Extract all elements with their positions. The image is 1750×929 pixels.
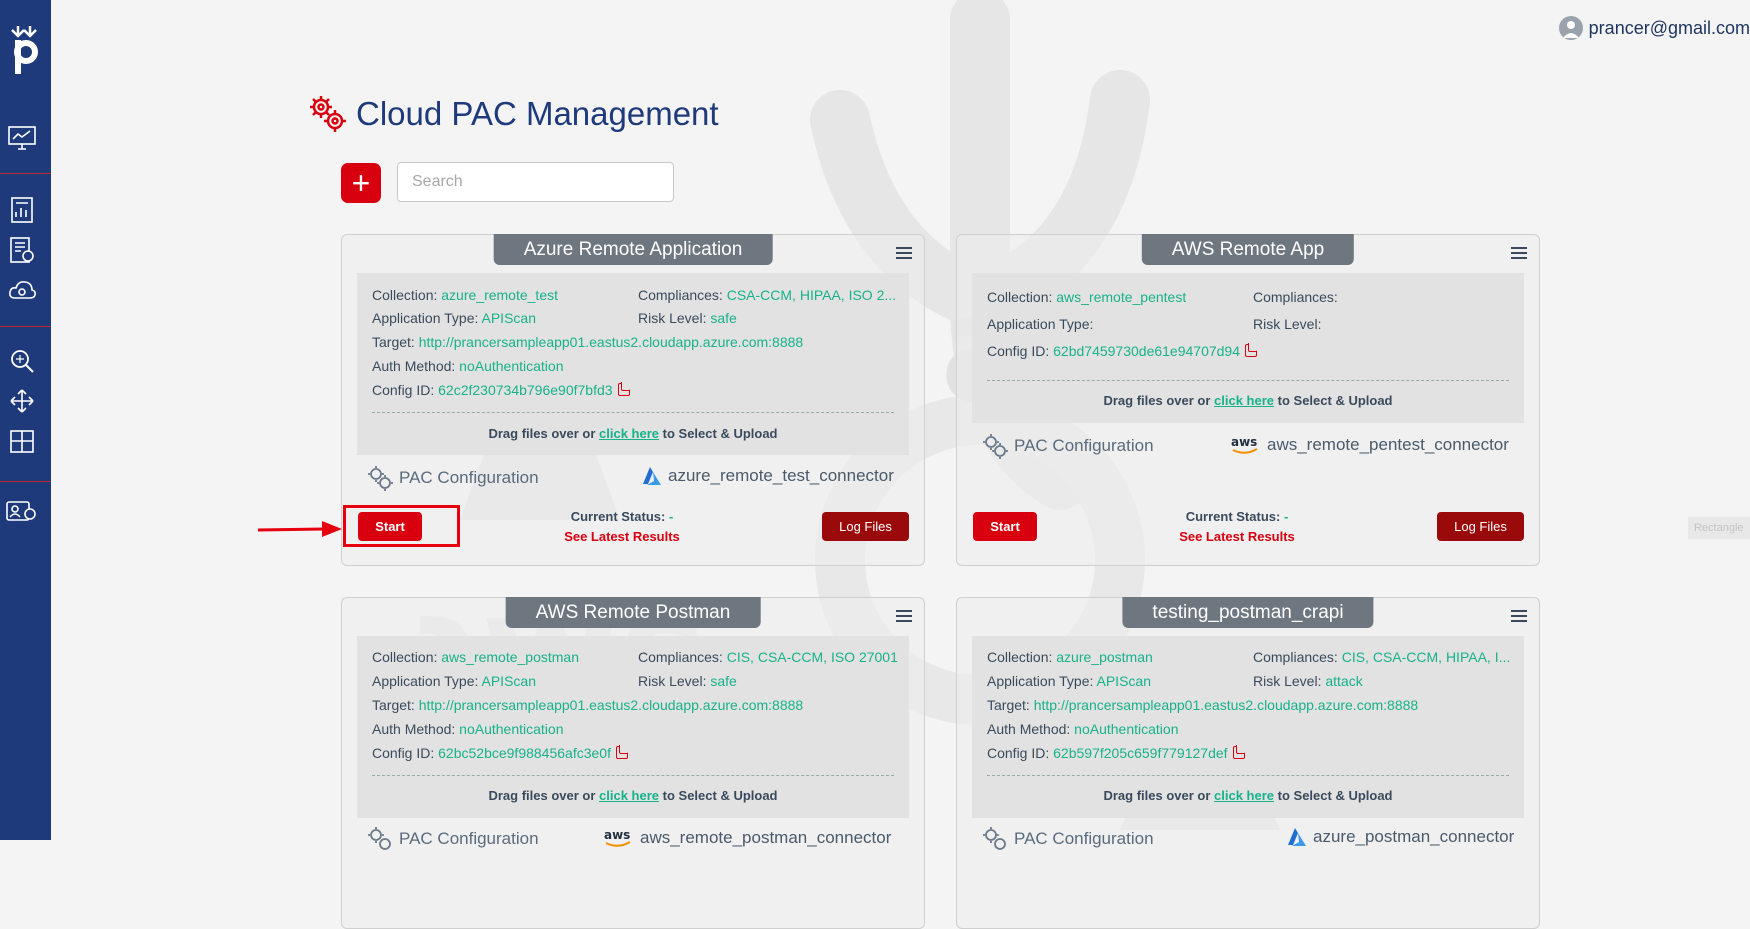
upload-link[interactable]: click here <box>599 426 659 441</box>
connector: aws aws_remote_pentest_connector <box>1231 435 1509 454</box>
connector: azure_remote_test_connector <box>642 466 894 486</box>
log-files-button[interactable]: Log Files <box>1437 512 1524 541</box>
card-title: AWS Remote Postman <box>505 597 761 628</box>
user-avatar-icon <box>1558 16 1583 40</box>
compliance-report-icon[interactable] <box>6 234 38 266</box>
move-arrows-icon[interactable] <box>6 385 38 417</box>
card-title: testing_postman_crapi <box>1122 597 1374 628</box>
collection-field: Collection: aws_remote_pentest <box>987 289 1187 305</box>
card-info-panel: Collection: aws_remote_postman Complianc… <box>357 636 909 818</box>
compliances-field: Compliances: CSA-CCM, HIPAA, ISO 2... <box>638 287 897 303</box>
hamburger-menu-icon[interactable] <box>1511 247 1527 260</box>
risk-level-field: Risk Level: <box>1253 316 1322 332</box>
pac-configuration[interactable]: PAC Configuration <box>982 433 1154 459</box>
gear-icon <box>368 827 391 850</box>
red-arrow-icon <box>258 521 342 537</box>
svg-text:aws: aws <box>1231 435 1257 449</box>
app-type-field: Application Type: <box>987 316 1094 332</box>
compliances-field: Compliances: <box>1253 289 1338 305</box>
copy-icon[interactable] <box>1232 745 1245 759</box>
page-header: Cloud PAC Management <box>308 94 719 134</box>
risk-level-field: Risk Level: safe <box>638 673 737 689</box>
scan-search-icon[interactable] <box>6 345 38 377</box>
card-title: Azure Remote Application <box>493 234 773 265</box>
app-type-field: Application Type: APIScan <box>372 310 536 326</box>
auth-method-field: Auth Method: noAuthentication <box>987 721 1179 737</box>
upload-zone[interactable]: Drag files over or click here to Select … <box>972 788 1524 803</box>
hamburger-menu-icon[interactable] <box>896 247 912 260</box>
config-id-field: Config ID: 62bd7459730de61e94707d94 <box>987 343 1258 359</box>
highlight-box <box>343 505 460 547</box>
hamburger-menu-icon[interactable] <box>1511 610 1527 623</box>
gear-icon <box>368 466 393 491</box>
risk-level-field: Risk Level: safe <box>638 310 737 326</box>
azure-icon <box>1288 828 1306 846</box>
card-info-panel: Collection: azure_remote_test Compliance… <box>357 273 909 455</box>
user-email: prancer@gmail.com <box>1588 17 1750 38</box>
sidebar <box>0 0 51 840</box>
compliances-field: Compliances: CIS, CSA-CCM, ISO 27001 <box>638 649 898 665</box>
current-status: Current Status: - <box>570 509 674 524</box>
cloud-settings-icon[interactable] <box>6 274 38 306</box>
see-latest-results-link[interactable]: See Latest Results <box>1137 529 1337 544</box>
collection-field: Collection: azure_postman <box>987 649 1153 665</box>
target-field: Target: http://prancersampleapp01.eastus… <box>372 334 804 350</box>
copy-icon[interactable] <box>1245 343 1258 357</box>
aws-icon: aws <box>1231 435 1258 454</box>
connector: azure_postman_connector <box>1287 827 1514 847</box>
pac-configuration[interactable]: PAC Configuration <box>367 465 539 491</box>
azure-icon <box>643 467 661 485</box>
pac-configuration[interactable]: PAC Configuration <box>982 826 1154 852</box>
side-tab[interactable]: Rectangle <box>1688 517 1750 539</box>
log-files-button[interactable]: Log Files <box>822 512 909 541</box>
report-icon[interactable] <box>6 194 38 226</box>
config-id-field: Config ID: 62b597f205c659f779127def <box>987 745 1245 761</box>
pac-configuration[interactable]: PAC Configuration <box>367 826 539 852</box>
building-icon[interactable] <box>6 425 38 457</box>
connector: aws aws_remote_postman_connector <box>604 828 892 847</box>
plus-icon: + <box>351 165 371 201</box>
hamburger-menu-icon[interactable] <box>896 610 912 623</box>
current-status: Current Status: - <box>1185 509 1289 524</box>
pac-card: AWS Remote App Collection: aws_remote_pe… <box>956 234 1540 566</box>
card-info-panel: Collection: azure_postman Compliances: C… <box>972 636 1524 818</box>
search-input[interactable] <box>397 162 674 202</box>
copy-icon[interactable] <box>615 745 628 759</box>
config-id-field: Config ID: 62bc52bce9f988456afc3e0f <box>372 745 628 761</box>
add-pac-button[interactable]: + <box>341 163 381 203</box>
pac-card: AWS Remote Postman Collection: aws_remot… <box>341 597 925 929</box>
gear-icon <box>983 434 1008 459</box>
upload-zone[interactable]: Drag files over or click here to Select … <box>357 788 909 803</box>
user-menu[interactable]: prancer@gmail.com <box>1558 15 1750 41</box>
app-type-field: Application Type: APIScan <box>987 673 1151 689</box>
see-latest-results-link[interactable]: See Latest Results <box>522 529 722 544</box>
collection-field: Collection: azure_remote_test <box>372 287 558 303</box>
compliances-field: Compliances: CIS, CSA-CCM, HIPAA, I... <box>1253 649 1511 665</box>
gears-icon <box>310 96 346 132</box>
upload-link[interactable]: click here <box>1214 393 1274 408</box>
collection-field: Collection: aws_remote_postman <box>372 649 580 665</box>
risk-level-field: Risk Level: attack <box>1253 673 1363 689</box>
upload-zone[interactable]: Drag files over or click here to Select … <box>357 426 909 441</box>
copy-icon[interactable] <box>617 382 630 396</box>
card-info-panel: Collection: aws_remote_pentest Complianc… <box>972 273 1524 423</box>
target-field: Target: http://prancersampleapp01.eastus… <box>987 697 1419 713</box>
prancer-logo[interactable] <box>4 22 44 78</box>
config-id-field: Config ID: 62c2f230734b796e90f7bfd3 <box>372 382 630 398</box>
pac-card: testing_postman_crapi Collection: azure_… <box>956 597 1540 929</box>
auth-method-field: Auth Method: noAuthentication <box>372 358 564 374</box>
dashboard-icon[interactable] <box>6 122 38 154</box>
page-title: Cloud PAC Management <box>356 95 719 132</box>
user-settings-icon[interactable] <box>6 496 38 528</box>
upload-link[interactable]: click here <box>599 788 659 803</box>
card-title: AWS Remote App <box>1141 234 1355 265</box>
upload-zone[interactable]: Drag files over or click here to Select … <box>972 393 1524 408</box>
upload-link[interactable]: click here <box>1214 788 1274 803</box>
target-field: Target: http://prancersampleapp01.eastus… <box>372 697 804 713</box>
app-type-field: Application Type: APIScan <box>372 673 536 689</box>
gear-icon <box>983 827 1006 850</box>
start-button[interactable]: Start <box>973 512 1037 541</box>
aws-icon: aws <box>604 828 631 847</box>
auth-method-field: Auth Method: noAuthentication <box>372 721 564 737</box>
